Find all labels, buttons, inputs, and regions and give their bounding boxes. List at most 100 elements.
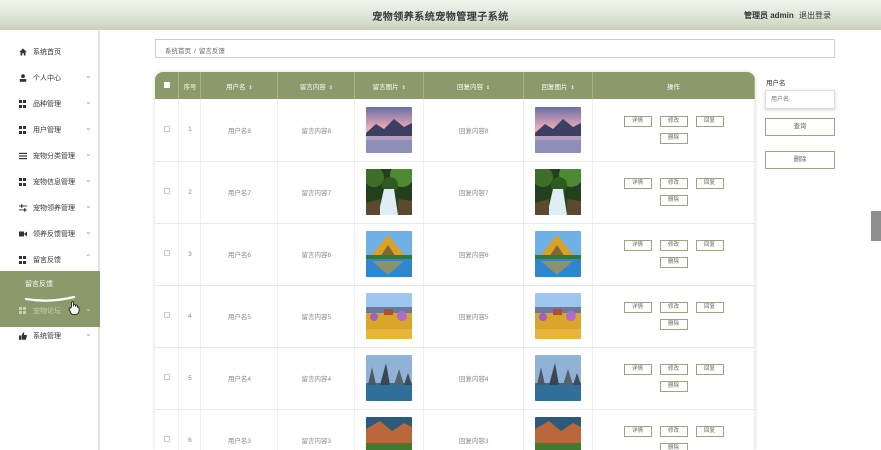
cell-image (354, 409, 425, 450)
sidebar-item-users[interactable]: 用户管理 ⌄ (0, 117, 100, 143)
delete-button[interactable]: 删除 (659, 132, 688, 144)
message-table: 序号 用户名 ⇕ 留言内容 ⇕ 留言图片 ⇕ 回复内容 ⇕ 回复图片 ⇕ 操作 1 用户名8… (155, 72, 755, 450)
page-scrollbar-thumb[interactable] (871, 211, 881, 241)
cell-reply-image (523, 161, 594, 224)
search-username-input[interactable] (765, 90, 835, 109)
sidebar-item-pet-adoption[interactable]: 宠物领养管理 ⌄ (0, 195, 100, 221)
cell-image (354, 161, 425, 224)
top-header: 宠物领养系统宠物管理子系统 管理员 admin 退出登录 (0, 0, 881, 30)
row-checkbox[interactable] (155, 409, 180, 450)
message-image[interactable] (366, 417, 413, 450)
message-image[interactable] (535, 106, 582, 153)
detail-button[interactable]: 详情 (623, 115, 652, 127)
chevron-down-icon: ⌄ (85, 227, 92, 236)
detail-button[interactable]: 详情 (623, 426, 652, 437)
col-header-username[interactable]: 用户名 ⇕ (200, 72, 279, 99)
detail-button[interactable]: 详情 (623, 302, 652, 313)
batch-delete-button[interactable]: 删除 (765, 151, 835, 169)
reply-button[interactable]: 回复 (695, 426, 724, 437)
message-image[interactable] (535, 293, 582, 339)
thumbs-up-icon (19, 332, 27, 340)
row-checkbox[interactable] (155, 99, 180, 162)
edit-button[interactable]: 修改 (659, 426, 688, 437)
admin-user-label: 管理员 admin (744, 11, 794, 20)
sidebar: 系统首页 个人中心 ⌄ 品种管理 ⌄ 用户管理 ⌄ 宠物分类管理 ⌄ 宠物信息管… (0, 31, 100, 450)
detail-button[interactable]: 详情 (623, 364, 652, 375)
reply-button[interactable]: 回复 (695, 364, 724, 375)
sidebar-item-adoption-feedback[interactable]: 领养反馈管理 ⌄ (0, 221, 100, 247)
message-image[interactable] (366, 106, 413, 153)
logout-link[interactable]: 退出登录 (799, 10, 831, 21)
delete-button[interactable]: 删除 (659, 195, 688, 206)
reply-button[interactable]: 回复 (695, 240, 724, 251)
message-image[interactable] (535, 169, 582, 215)
sidebar-item-personal-center[interactable]: 个人中心 ⌄ (0, 65, 100, 91)
message-table-container: 序号 用户名 ⇕ 留言内容 ⇕ 留言图片 ⇕ 回复内容 ⇕ 回复图片 ⇕ 操作 1 用户名8… (155, 72, 755, 450)
select-all-checkbox[interactable] (155, 72, 180, 99)
chevron-down-icon: ⌄ (85, 97, 92, 106)
sidebar-item-label: 品种管理 (33, 101, 61, 108)
edit-button[interactable]: 修改 (659, 364, 688, 375)
cell-content: 留言内容4 (277, 347, 356, 410)
cell-actions: 详情 修改 回复 删除 (592, 409, 755, 450)
sidebar-item-pet-info[interactable]: 宠物信息管理 ⌄ (0, 169, 100, 195)
grid-icon (19, 178, 27, 186)
submenu-item-message-feedback[interactable]: 留言反馈 (25, 279, 53, 289)
detail-button[interactable]: 详情 (623, 178, 652, 189)
chevron-down-icon: ⌄ (85, 329, 92, 338)
delete-button[interactable]: 删除 (659, 257, 688, 268)
sidebar-item-pet-forum[interactable]: 宠物论坛 (33, 306, 61, 316)
message-image[interactable] (366, 355, 413, 401)
table-row: 6 用户名3 留言内容3 回复内容3 详情 修改 回复 删除 (155, 409, 755, 450)
cell-username: 用户名8 (200, 99, 279, 162)
message-image[interactable] (535, 417, 582, 450)
col-header-actions: 操作 (592, 72, 755, 99)
delete-button[interactable]: 删除 (659, 443, 688, 450)
edit-button[interactable]: 修改 (659, 302, 688, 313)
message-image[interactable] (535, 355, 582, 401)
menu-icon (19, 152, 27, 160)
message-image[interactable] (366, 231, 413, 277)
delete-button[interactable]: 删除 (659, 319, 688, 330)
hand-cursor-icon (68, 301, 80, 315)
col-header-reply[interactable]: 回复内容 ⇕ (423, 72, 525, 99)
detail-button[interactable]: 详情 (623, 240, 652, 251)
col-header-content[interactable]: 留言内容 ⇕ (277, 72, 356, 99)
row-checkbox[interactable] (155, 223, 180, 286)
breadcrumb-current: 留言反馈 (198, 48, 225, 55)
sidebar-item-breed[interactable]: 品种管理 ⌄ (0, 91, 100, 117)
message-image[interactable] (366, 293, 413, 339)
table-row: 3 用户名6 留言内容6 回复内容6 详情 修改 回复 删除 (155, 223, 755, 286)
delete-button[interactable]: 删除 (659, 381, 688, 392)
edit-button[interactable]: 修改 (659, 115, 688, 127)
breadcrumb-home-link[interactable]: 系统首页 (165, 48, 191, 55)
reply-button[interactable]: 回复 (695, 178, 724, 189)
edit-button[interactable]: 修改 (659, 178, 688, 189)
row-checkbox[interactable] (155, 161, 180, 224)
cell-actions: 详情 修改 回复 删除 (592, 161, 755, 224)
edit-button[interactable]: 修改 (659, 240, 688, 251)
query-button[interactable]: 查询 (765, 118, 835, 136)
sidebar-item-system[interactable]: 系统管理 ⌄ (0, 323, 100, 349)
cell-username: 用户名4 (200, 347, 279, 410)
sidebar-item-pet-category[interactable]: 宠物分类管理 ⌄ (0, 143, 100, 169)
cell-reply: 回复内容4 (423, 347, 525, 410)
sidebar-item-home[interactable]: 系统首页 (0, 39, 100, 65)
cell-content: 留言内容8 (277, 99, 356, 162)
user-icon (19, 74, 27, 82)
col-header-image[interactable]: 留言图片 ⇕ (354, 72, 425, 99)
cell-index: 4 (178, 285, 202, 348)
table-row: 5 用户名4 留言内容4 回复内容4 详情 修改 回复 删除 (155, 347, 755, 410)
sliders-icon (19, 204, 27, 212)
message-image[interactable] (535, 231, 582, 277)
grid-icon (19, 100, 27, 108)
reply-button[interactable]: 回复 (695, 115, 724, 127)
col-header-reply-image[interactable]: 回复图片 ⇕ (523, 72, 594, 99)
reply-button[interactable]: 回复 (695, 302, 724, 313)
message-image[interactable] (366, 169, 413, 215)
row-checkbox[interactable] (155, 285, 180, 348)
chevron-down-icon: ⌄ (85, 149, 92, 158)
row-checkbox[interactable] (155, 347, 180, 410)
sidebar-item-message-feedback[interactable]: 留言反馈 ⌃ (0, 247, 100, 273)
cell-actions: 详情 修改 回复 删除 (592, 347, 755, 410)
